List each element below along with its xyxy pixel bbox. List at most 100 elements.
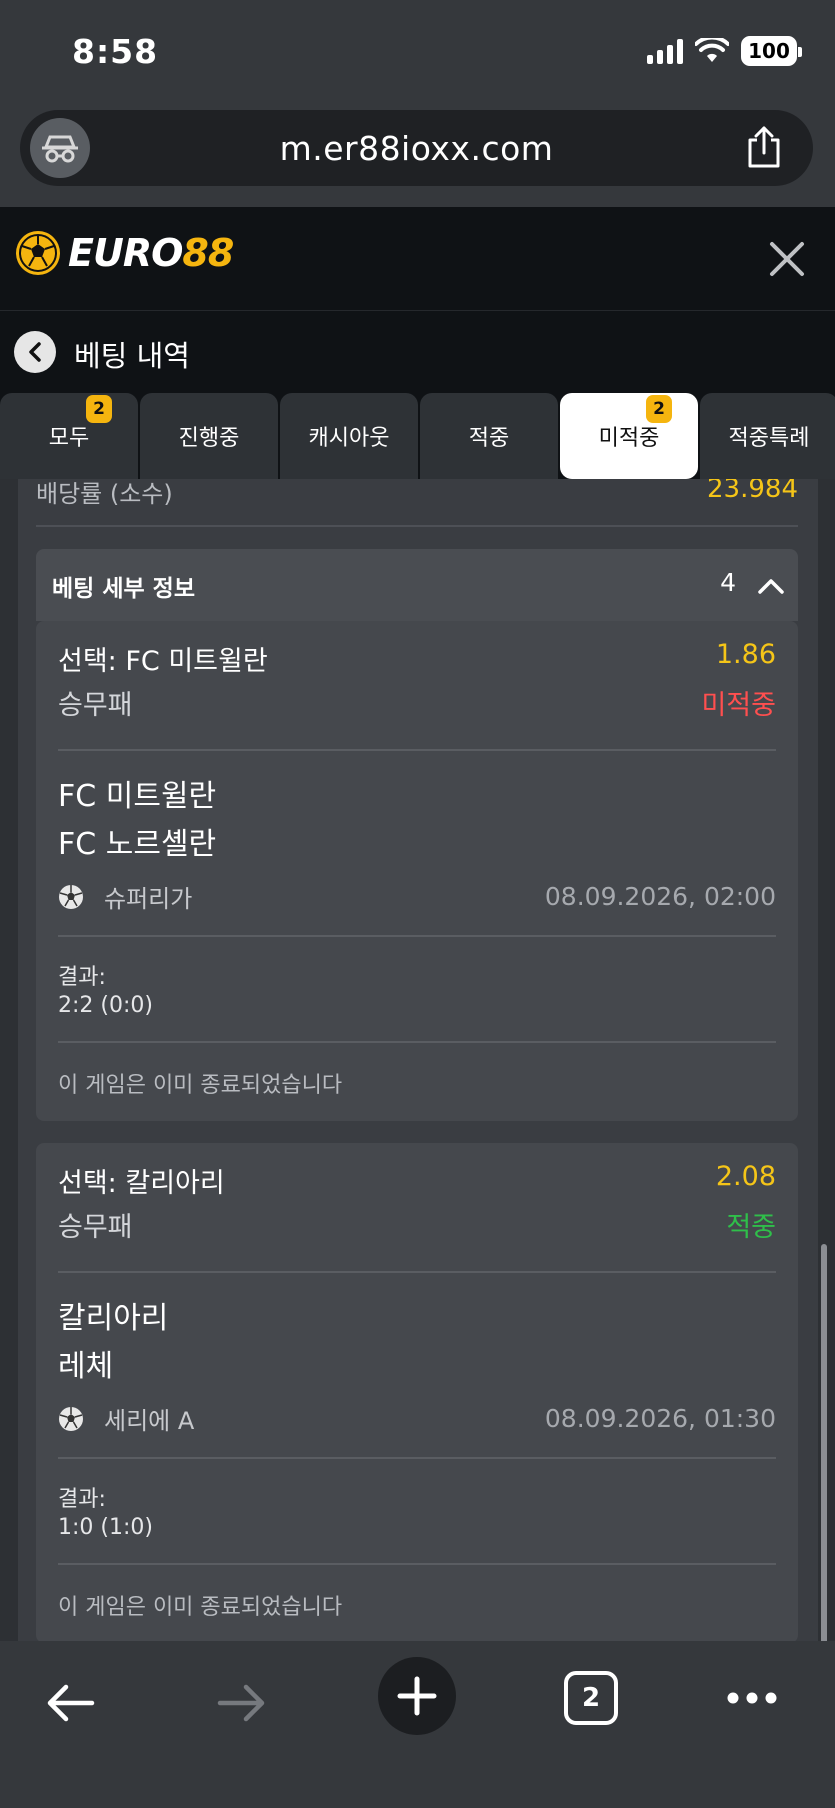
- match-datetime: 08.09.2026, 01:30: [544, 1404, 776, 1433]
- page-heading: 베팅 내역: [0, 311, 835, 393]
- league-name: 슈퍼리가: [104, 885, 193, 913]
- tab-label: 적중특례: [728, 426, 810, 451]
- plus-icon: [397, 1676, 437, 1716]
- url-bar[interactable]: m.er88ioxx.com: [20, 110, 813, 186]
- logo-text-euro: EURO: [68, 231, 183, 275]
- selection-text: 선택: 칼리아리: [58, 1168, 225, 1199]
- bet-details-header[interactable]: 베팅 세부 정보 4: [36, 549, 798, 621]
- tab-label: 미적중: [598, 426, 660, 451]
- tab-cashout[interactable]: 캐시아웃: [280, 393, 418, 479]
- divider: [58, 1041, 776, 1043]
- note-row: 이 게임은 이미 종료되었습니다: [58, 1589, 776, 1621]
- selection-odds: 2.08: [715, 1161, 776, 1192]
- home-team: 칼리아리: [58, 1293, 776, 1337]
- bet-selection-card: 선택: FC 미트윌란 1.86 승무패 미적중 FC 미트윌란 FC 노르셸란…: [36, 621, 798, 1121]
- logo-text-88: 88: [182, 231, 234, 275]
- odds-value: 23.984: [707, 479, 798, 504]
- home-team-name: FC 미트윌란: [58, 779, 217, 814]
- cellular-signal-icon: [647, 38, 683, 64]
- result-value-row: 2:2 (0:0): [58, 993, 776, 1018]
- tab-label: 모두: [48, 426, 90, 451]
- divider: [36, 525, 798, 527]
- euro88-logo[interactable]: EURO88: [14, 229, 234, 277]
- result-label-row: 결과:: [58, 959, 776, 991]
- site-header: EURO88: [0, 207, 835, 311]
- close-icon[interactable]: [767, 239, 807, 279]
- bet-selection-card: 선택: 칼리아리 2.08 승무패 적중 칼리아리 레체 세리에 A 08.09…: [36, 1143, 798, 1641]
- result-score: 1:0 (1:0): [58, 1515, 153, 1540]
- result-score: 2:2 (0:0): [58, 993, 153, 1018]
- status-icons: 100: [647, 36, 802, 66]
- league-row: 세리에 A 08.09.2026, 01:30: [58, 1401, 776, 1436]
- home-team: FC 미트윌란: [58, 771, 776, 815]
- home-team-name: 칼리아리: [58, 1301, 169, 1336]
- battery-icon: 100: [741, 36, 802, 66]
- odds-label: 배당률 (소수): [36, 480, 173, 508]
- arrow-left-icon: [47, 1684, 95, 1722]
- market-row: 승무패 미적중: [58, 683, 776, 722]
- forward-nav-button[interactable]: [210, 1671, 274, 1735]
- bet-details-count: 4: [720, 568, 736, 597]
- divider: [58, 935, 776, 937]
- new-tab-button[interactable]: [378, 1657, 456, 1735]
- tab-special-settlement[interactable]: 적중특례: [700, 393, 835, 479]
- more-dots-icon: [727, 1692, 777, 1704]
- bet-status-won: 적중: [726, 1212, 776, 1243]
- back-button[interactable]: [14, 331, 56, 373]
- tab-label: 진행중: [178, 426, 240, 451]
- tab-count-badge: 2: [646, 395, 672, 423]
- logo-text: EURO88: [68, 231, 234, 275]
- private-mode-icon[interactable]: [30, 118, 90, 178]
- share-icon[interactable]: [741, 124, 787, 170]
- selection-text: 선택: FC 미트윌란: [58, 646, 268, 677]
- away-team-name: FC 노르셸란: [58, 827, 217, 862]
- result-label: 결과:: [58, 965, 106, 990]
- soccer-ball-icon: [59, 1406, 83, 1431]
- bet-status-tabs: 모두 2 진행중 캐시아웃 적중 미적중 2 적중특례: [0, 393, 835, 479]
- wifi-icon: [695, 38, 729, 62]
- browser-toolbar: 2: [0, 1641, 835, 1808]
- game-ended-note: 이 게임은 이미 종료되었습니다: [58, 1595, 343, 1620]
- result-label: 결과:: [58, 1487, 106, 1512]
- market-type: 승무패: [58, 1212, 133, 1243]
- bet-history-content[interactable]: 배당률 (소수) 23.984 베팅 세부 정보 4 선택: FC 미트윌란 1…: [0, 479, 835, 1641]
- divider: [58, 1271, 776, 1273]
- chevron-up-icon[interactable]: [756, 571, 786, 601]
- selection-row: 선택: FC 미트윌란 1.86: [58, 639, 776, 678]
- tab-won[interactable]: 적중: [420, 393, 558, 479]
- bet-status-lost: 미적중: [701, 690, 776, 721]
- tab-label: 캐시아웃: [308, 426, 390, 451]
- selection-row: 선택: 칼리아리 2.08: [58, 1161, 776, 1200]
- divider: [58, 1457, 776, 1459]
- odds-summary-row: 배당률 (소수) 23.984: [36, 479, 798, 525]
- tab-all[interactable]: 모두 2: [0, 393, 138, 479]
- page-title: 베팅 내역: [74, 339, 190, 373]
- league-row: 슈퍼리가 08.09.2026, 02:00: [58, 879, 776, 914]
- tabs-button[interactable]: 2: [564, 1671, 618, 1725]
- away-team-name: 레체: [58, 1349, 114, 1384]
- market-row: 승무패 적중: [58, 1205, 776, 1244]
- tab-lost[interactable]: 미적중 2: [560, 393, 698, 479]
- more-options-button[interactable]: [722, 1671, 782, 1725]
- tab-in-progress[interactable]: 진행중: [140, 393, 278, 479]
- tab-count: 2: [581, 1683, 601, 1713]
- league-name: 세리에 A: [104, 1407, 195, 1435]
- note-row: 이 게임은 이미 종료되었습니다: [58, 1067, 776, 1099]
- scrollbar-thumb[interactable]: [821, 1244, 827, 1641]
- soccer-ball-icon: [59, 884, 83, 909]
- tab-count-badge: 2: [86, 395, 112, 423]
- selection-odds: 1.86: [715, 639, 776, 670]
- back-nav-button[interactable]: [38, 1671, 102, 1735]
- url-text[interactable]: m.er88ioxx.com: [20, 129, 813, 168]
- bet-details-title: 베팅 세부 정보: [52, 576, 195, 602]
- market-type: 승무패: [58, 690, 133, 721]
- arrow-right-icon: [217, 1684, 265, 1722]
- match-datetime: 08.09.2026, 02:00: [544, 882, 776, 911]
- game-ended-note: 이 게임은 이미 종료되었습니다: [58, 1073, 343, 1098]
- chevron-left-icon: [29, 342, 41, 362]
- away-team: FC 노르셸란: [58, 819, 776, 863]
- result-value-row: 1:0 (1:0): [58, 1515, 776, 1540]
- divider: [58, 1563, 776, 1565]
- soccer-ball-logo-icon: [16, 231, 60, 275]
- tab-label: 적중: [468, 426, 510, 451]
